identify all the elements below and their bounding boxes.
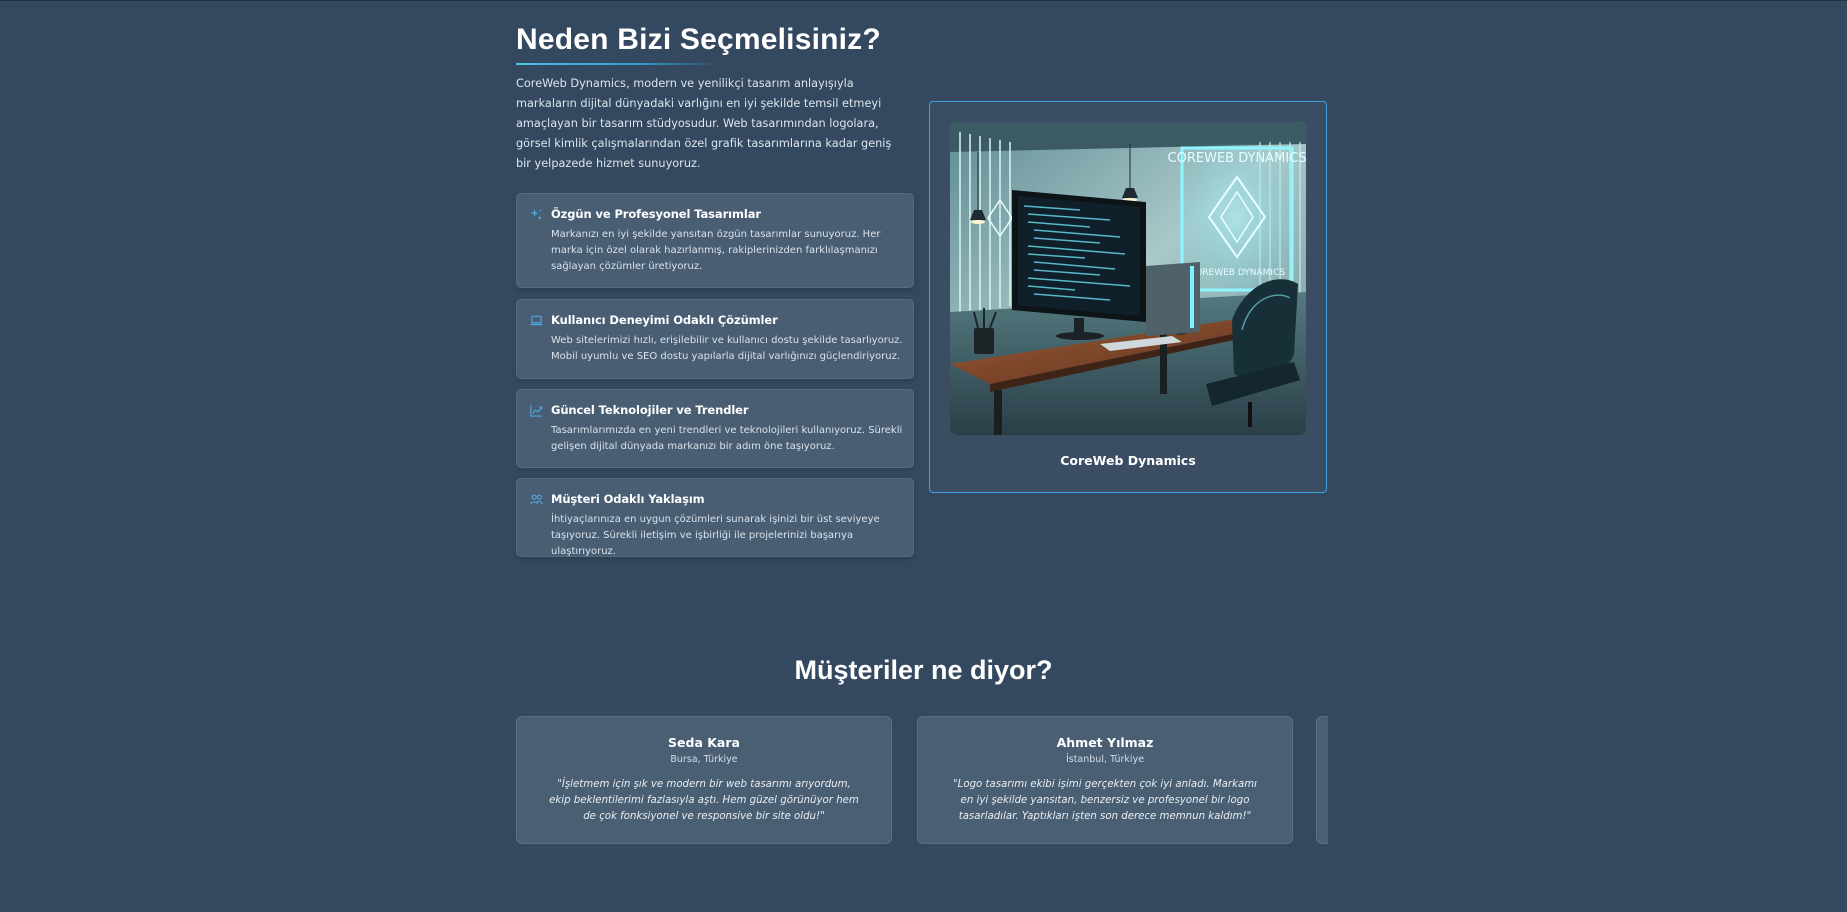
testimonial-card-next-peek[interactable]: [1316, 716, 1328, 844]
testimonial-card: Ahmet Yılmaz İstanbul, Türkiye "Logo tas…: [917, 716, 1293, 844]
feature-title: Müşteri Odaklı Yaklaşım: [551, 492, 705, 506]
sparkle-icon: [530, 208, 543, 221]
testimonial-name: Ahmet Yılmaz: [1056, 735, 1154, 750]
feature-description: Web sitelerimizi hızlı, erişilebilir ve …: [551, 335, 903, 362]
testimonial-quote: "Logo tasarımı ekibi işimi gerçekten çok…: [952, 779, 1258, 822]
feature-card-customer-focus: Müşteri Odaklı Yaklaşım İhtiyaçlarınıza …: [516, 478, 914, 557]
studio-office-image: COREWEB DYNAMICS COREWEB DYNAMICS: [950, 122, 1306, 435]
feature-title: Özgün ve Profesyonel Tasarımlar: [551, 207, 761, 221]
testimonial-quote: "İşletmem için şık ve modern bir web tas…: [549, 779, 859, 822]
feature-description: Markanızı en iyi şekilde yansıtan özgün …: [551, 229, 881, 272]
laptop-icon: [530, 315, 543, 326]
testimonials-heading: Müşteriler ne diyor?: [794, 655, 1053, 685]
testimonial-location: İstanbul, Türkiye: [1065, 754, 1145, 765]
image-caption: CoreWeb Dynamics: [1060, 453, 1196, 468]
heading-underline: [516, 63, 720, 65]
feature-title: Kullanıcı Deneyimi Odaklı Çözümler: [551, 313, 778, 327]
why-us-heading: Neden Bizi Seçmelisiniz?: [516, 23, 881, 56]
testimonial-name: Seda Kara: [668, 735, 740, 750]
feature-card-original-designs: Özgün ve Profesyonel Tasarımlar Markanız…: [516, 193, 914, 288]
why-us-intro: CoreWeb Dynamics, modern ve yenilikçi ta…: [516, 77, 892, 170]
feature-card-modern-tech: Güncel Teknolojiler ve Trendler Tasarıml…: [516, 389, 914, 468]
office-illustration: COREWEB DYNAMICS COREWEB DYNAMICS: [950, 122, 1306, 435]
testimonial-card: Seda Kara Bursa, Türkiye "İşletmem için …: [516, 716, 892, 844]
feature-title: Güncel Teknolojiler ve Trendler: [551, 403, 749, 417]
neon-sign-top-text: COREWEB DYNAMICS: [1168, 151, 1306, 166]
feature-description: Tasarımlarımızda en yeni trendleri ve te…: [551, 425, 903, 452]
neon-sign-bottom-text: COREWEB DYNAMICS: [1189, 268, 1285, 278]
feature-description: İhtiyaçlarınıza en uygun çözümleri sunar…: [551, 514, 880, 557]
testimonial-location: Bursa, Türkiye: [670, 754, 738, 765]
feature-card-ux-solutions: Kullanıcı Deneyimi Odaklı Çözümler Web s…: [516, 299, 914, 379]
studio-image-card: COREWEB DYNAMICS COREWEB DYNAMICS CoreWe…: [929, 101, 1327, 493]
users-icon: [530, 494, 543, 505]
trend-chart-icon: [530, 404, 543, 417]
